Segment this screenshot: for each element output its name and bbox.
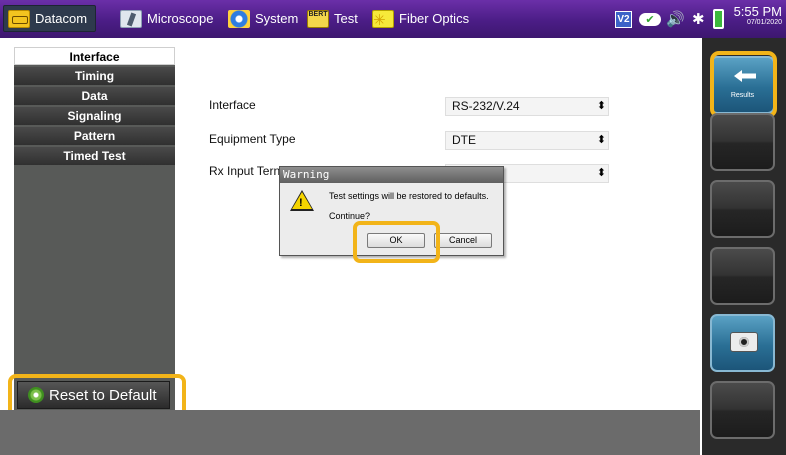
- warning-exclamation: !: [299, 197, 303, 209]
- top-bar: Datacom Microscope System BERT Test ✳ Fi…: [0, 0, 786, 38]
- side-button-3[interactable]: [710, 180, 775, 238]
- cloud-check-icon: ✔: [639, 12, 661, 26]
- side-button-6[interactable]: [710, 381, 775, 439]
- tab-system[interactable]: System: [224, 5, 298, 32]
- camera-icon: [730, 332, 758, 352]
- tab-system-label: System: [255, 11, 299, 26]
- tab-fiber-optics-label: Fiber Optics: [399, 11, 470, 26]
- cancel-button[interactable]: Cancel: [434, 233, 492, 248]
- speaker-icon: 🔊: [666, 11, 685, 28]
- bert-icon: BERT: [307, 9, 329, 28]
- results-highlight: [710, 51, 777, 118]
- clock: 5:55 PM 07/01/2020: [732, 4, 782, 26]
- nav-item-timed-test[interactable]: Timed Test: [14, 147, 175, 165]
- dialog-message: Test settings will be restored to defaul…: [329, 191, 489, 201]
- datacom-icon: [8, 9, 30, 28]
- cloud-status[interactable]: ✔: [639, 8, 661, 30]
- bluetooth-icon: ✱: [692, 11, 705, 28]
- battery-icon: [713, 9, 724, 29]
- tab-microscope[interactable]: Microscope: [116, 5, 213, 32]
- field-label-rx-input-termination: Rx Input Tern: [209, 164, 281, 178]
- microscope-icon: [120, 9, 142, 28]
- select-arrows-icon: ⬍: [596, 167, 606, 179]
- tab-microscope-label: Microscope: [147, 11, 214, 26]
- nav-item-interface[interactable]: Interface: [14, 47, 175, 65]
- nav-item-pattern[interactable]: Pattern: [14, 127, 175, 145]
- dialog-title: Warning: [280, 167, 503, 183]
- fiber-optics-icon: ✳: [372, 9, 394, 29]
- nav-item-signaling[interactable]: Signaling: [14, 107, 175, 125]
- dialog-question: Continue?: [329, 211, 371, 221]
- field-label-interface: Interface: [209, 98, 256, 112]
- tab-test[interactable]: BERT Test: [303, 5, 358, 32]
- interface-select[interactable]: RS-232/V.24 ⬍: [445, 97, 609, 116]
- select-arrows-icon: ⬍: [596, 100, 606, 112]
- tab-test-label: Test: [334, 11, 358, 26]
- v2-icon: V2: [615, 10, 632, 28]
- nav-item-data[interactable]: Data: [14, 87, 175, 105]
- screenshot-button[interactable]: [710, 314, 775, 372]
- tab-fiber-optics[interactable]: ✳ Fiber Optics: [368, 5, 469, 32]
- select-arrows-icon: ⬍: [596, 134, 606, 146]
- battery: [713, 8, 724, 30]
- clock-date: 07/01/2020: [746, 19, 782, 26]
- clock-time: 5:55 PM: [733, 4, 782, 19]
- bluetooth[interactable]: ✱: [692, 8, 705, 30]
- ok-highlight: [353, 221, 440, 263]
- field-label-equipment-type: Equipment Type: [209, 132, 296, 146]
- bottom-bar: [0, 410, 700, 455]
- nav-item-timing[interactable]: Timing: [14, 67, 175, 85]
- left-nav: Interface Timing Data Signaling Pattern …: [14, 47, 175, 410]
- v2-badge[interactable]: V2: [615, 8, 632, 30]
- interface-select-value: RS-232/V.24: [452, 99, 520, 113]
- system-gear-icon: [228, 9, 250, 28]
- volume[interactable]: 🔊: [666, 8, 685, 30]
- side-button-2[interactable]: [710, 113, 775, 171]
- tab-datacom-label: Datacom: [35, 11, 88, 26]
- tab-datacom[interactable]: Datacom: [3, 5, 97, 32]
- equipment-type-select[interactable]: DTE ⬍: [445, 131, 609, 150]
- equipment-type-select-value: DTE: [452, 133, 476, 147]
- side-button-4[interactable]: [710, 247, 775, 305]
